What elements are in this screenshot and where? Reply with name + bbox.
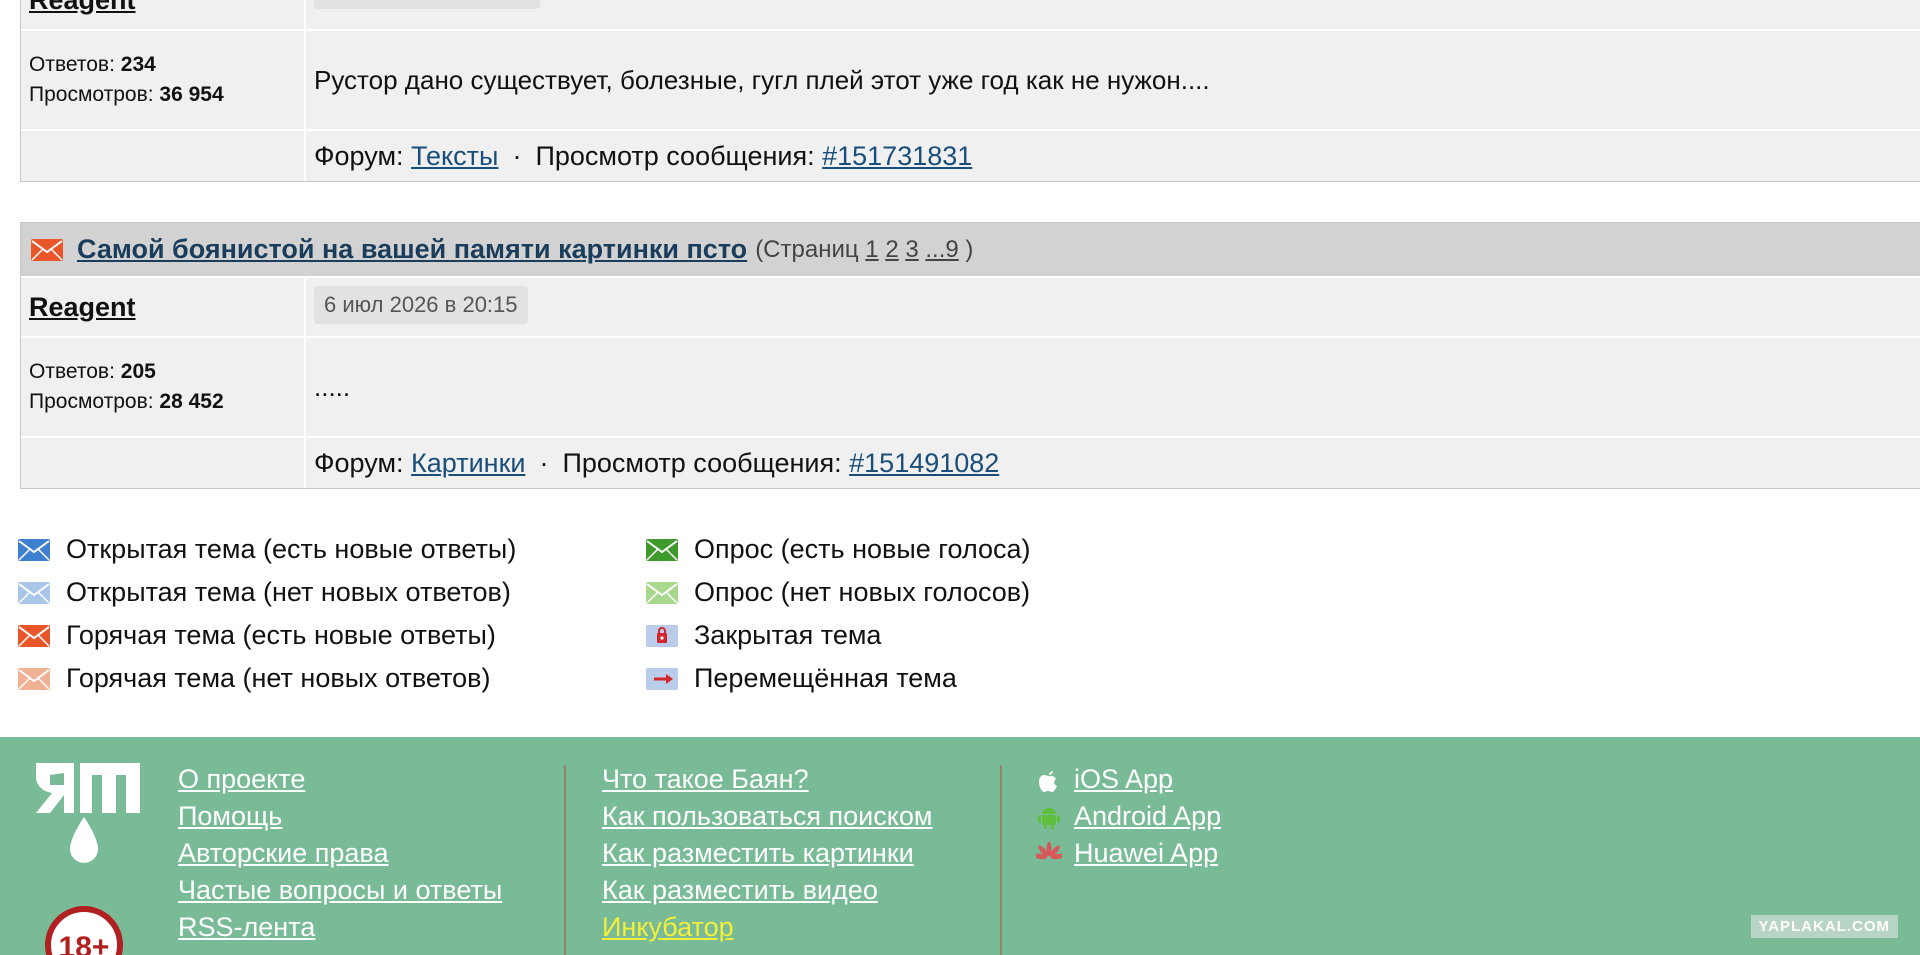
page-link-last[interactable]: ...9 [925,236,958,263]
locked-icon [646,624,678,647]
legend-item: Закрытая тема [646,614,1031,657]
footer-link-search-help[interactable]: Как пользоваться поиском [602,798,932,835]
page-link-2[interactable]: 2 [885,236,898,263]
envelope-blue-icon [18,538,50,561]
envelope-green-icon [646,538,678,561]
android-icon [1038,807,1060,829]
message-link[interactable]: #151491082 [849,448,999,479]
views-stat: Просмотров: 36 954 [29,83,224,106]
icon-legend: Открытая тема (есть новые ответы) Открыт… [18,528,1118,708]
footer-link-copyright[interactable]: Авторские права [178,835,502,872]
post-text: ..... [314,371,351,402]
message-link[interactable]: #151731831 [822,141,972,172]
legend-item: Опрос (нет новых голосов) [646,571,1031,614]
post-body-row: Ответов: 205 Просмотров: 28 452 ..... [21,338,1920,438]
site-logo-icon[interactable] [28,761,144,871]
author-link[interactable]: Reagent [29,292,136,323]
forum-row: Форум: Картинки · Просмотр сообщения: #1… [21,438,1920,488]
legend-item: Открытая тема (есть новые ответы) [18,528,516,571]
post-text: Рустор дано существует, болезные, гугл п… [314,64,1210,95]
page-link-3[interactable]: 3 [905,236,918,263]
legend-item: Перемещённая тема [646,657,1031,700]
moved-icon [646,667,678,690]
topic-title-link[interactable]: Самой боянистой на вашей памяти картинки… [77,234,747,265]
legend-item: Горячая тема (нет новых ответов) [18,657,516,700]
envelope-orange-icon [31,238,63,261]
page-link-1[interactable]: 1 [865,236,878,263]
footer-links-help: Что такое Баян? Как пользоваться поиском… [602,761,932,946]
footer-link-rss[interactable]: RSS-лента [178,909,502,946]
footer-link-images-help[interactable]: Как разместить картинки [602,835,932,872]
forum-link[interactable]: Картинки [411,448,525,479]
footer-link-ios-app[interactable]: iOS App [1074,761,1173,798]
envelope-peach-icon [18,667,50,690]
views-stat: Просмотров: 28 452 [29,390,224,413]
post-date: 6 июл 2026 в 20:15 [314,286,528,324]
legend-col-right: Опрос (есть новые голоса) Опрос (нет нов… [646,528,1031,700]
age-rating-icon: 18+ [45,906,123,955]
topic-block-main: Самой боянистой на вашей памяти картинки… [20,222,1920,489]
author-row: Reagent 18 июл 2026 в 10:53 [21,0,1920,31]
footer-divider [1000,765,1002,955]
footer-link-faq[interactable]: Частые вопросы и ответы [178,872,502,909]
topic-block-prev: Reagent 18 июл 2026 в 10:53 Ответов: 234… [20,0,1920,182]
footer-links-about: О проекте Помощь Авторские права Частые … [178,761,502,946]
legend-item: Открытая тема (нет новых ответов) [18,571,516,614]
footer-link-help[interactable]: Помощь [178,798,502,835]
svg-text:18+: 18+ [59,931,110,955]
footer-link-bayan[interactable]: Что такое Баян? [602,761,932,798]
apple-icon [1039,770,1057,792]
legend-item: Опрос (есть новые голоса) [646,528,1031,571]
envelope-orange-icon [18,624,50,647]
forum-link[interactable]: Тексты [411,141,498,172]
forum-row: Форум: Тексты · Просмотр сообщения: #151… [21,131,1920,181]
pagination: (Страниц 1 2 3 ...9 ) [755,235,974,263]
legend-item: Горячая тема (есть новые ответы) [18,614,516,657]
replies-stat: Ответов: 234 [29,53,156,76]
footer-link-android-app[interactable]: Android App [1074,798,1221,835]
author-row: Reagent 6 июл 2026 в 20:15 [21,278,1920,338]
author-link[interactable]: Reagent [29,0,136,16]
huawei-icon [1036,841,1062,859]
footer-link-video-help[interactable]: Как разместить видео [602,872,932,909]
envelope-lightgreen-icon [646,581,678,604]
post-date: 18 июл 2026 в 10:53 [314,0,540,9]
envelope-lightblue-icon [18,581,50,604]
post-body-row: Ответов: 234 Просмотров: 36 954 Рустор д… [21,31,1920,131]
topic-title-bar: Самой боянистой на вашей памяти картинки… [21,223,1920,278]
footer-link-incubator[interactable]: Инкубатор [602,909,932,946]
site-watermark: YAPLAKAL.COM [1750,915,1898,938]
footer-links-apps: iOS App Android App Huawei App [1036,761,1221,872]
site-footer: 18+ О проекте Помощь Авторские права Час… [0,737,1920,955]
footer-link-huawei-app[interactable]: Huawei App [1074,835,1218,872]
footer-divider [564,765,566,955]
legend-col-left: Открытая тема (есть новые ответы) Открыт… [18,528,516,700]
footer-link-about[interactable]: О проекте [178,761,502,798]
replies-stat: Ответов: 205 [29,360,156,383]
